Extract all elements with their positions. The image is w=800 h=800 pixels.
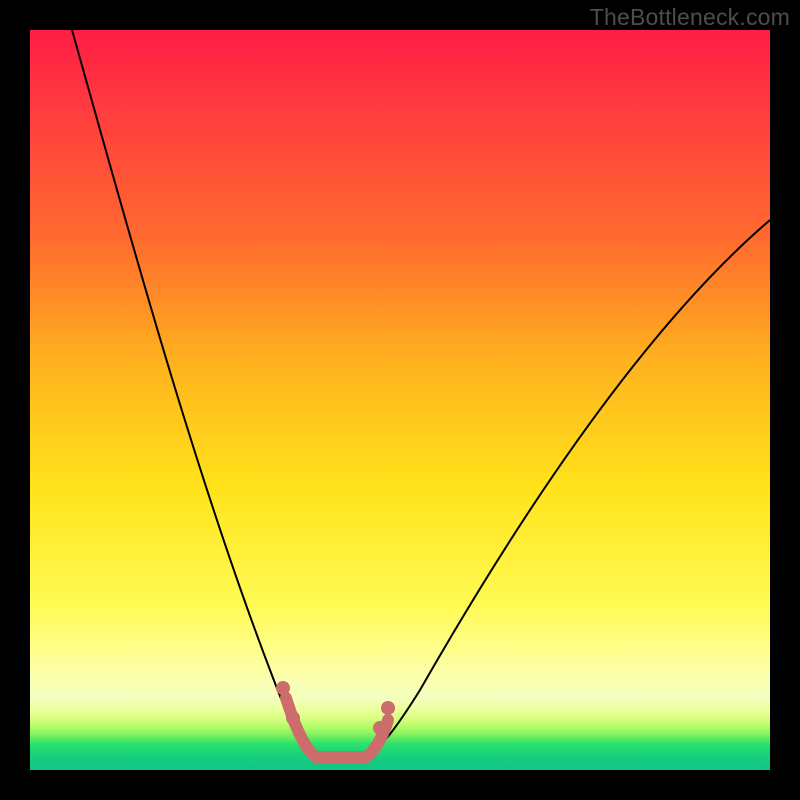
curve-flat-marker: [286, 698, 388, 757]
watermark-text: TheBottleneck.com: [590, 4, 790, 31]
marker-dot: [381, 701, 395, 715]
chart-frame: TheBottleneck.com: [0, 0, 800, 800]
marker-dot: [286, 711, 300, 725]
marker-dot: [276, 681, 290, 695]
chart-svg: [30, 30, 770, 770]
marker-dot: [373, 721, 387, 735]
bottleneck-curve: [72, 30, 770, 756]
